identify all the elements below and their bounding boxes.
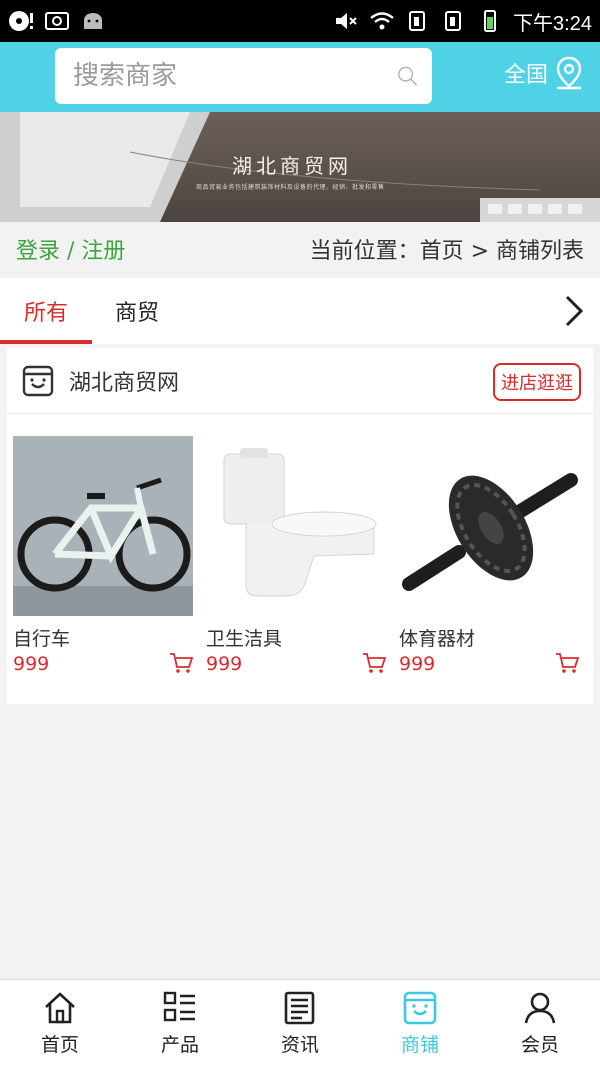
banner-subtitle: 商品贸易业务包括建筑装饰材料及设备的代理、经销、批发和零售 bbox=[196, 184, 385, 191]
store-name: 湖北商贸网 bbox=[69, 370, 180, 396]
product-name: 卫生洁具 bbox=[206, 628, 283, 650]
media-disc-icon bbox=[9, 11, 33, 31]
nav-label-member: 会员 bbox=[520, 1034, 559, 1056]
banner-title: 湖北商贸网 bbox=[232, 154, 352, 178]
login-register-link[interactable]: 登录 / 注册 bbox=[16, 233, 125, 265]
nav-label-home: 首页 bbox=[40, 1034, 79, 1056]
region-selector[interactable]: 全国 bbox=[504, 56, 584, 90]
chevron-right-icon[interactable] bbox=[562, 294, 586, 328]
store-card-header: 湖北商贸网 进店逛逛 bbox=[7, 348, 593, 414]
cart-icon[interactable] bbox=[362, 652, 386, 674]
status-left bbox=[8, 9, 106, 33]
product-name: 自行车 bbox=[13, 628, 71, 650]
mute-icon bbox=[336, 13, 357, 29]
search-icon[interactable] bbox=[397, 59, 418, 93]
tab-trade[interactable]: 商贸 bbox=[92, 278, 182, 344]
nav-stores[interactable]: 商铺 bbox=[360, 980, 480, 1067]
search-box[interactable] bbox=[55, 48, 432, 104]
android-icon bbox=[84, 13, 102, 29]
product-card[interactable]: 卫生洁具 999 bbox=[206, 436, 390, 675]
member-icon bbox=[524, 992, 556, 1024]
wifi-icon bbox=[370, 12, 394, 30]
store-card: 湖北商贸网 进店逛逛 自行车 999 卫生洁具 999 体育器材 999 bbox=[7, 348, 593, 704]
product-image[interactable] bbox=[13, 436, 193, 616]
cart-icon[interactable] bbox=[169, 652, 193, 674]
nav-home[interactable]: 首页 bbox=[0, 980, 120, 1067]
store-icon bbox=[403, 991, 437, 1025]
nav-label-products: 产品 bbox=[160, 1034, 199, 1056]
nav-products[interactable]: 产品 bbox=[120, 980, 240, 1067]
bicycle-image bbox=[13, 436, 193, 616]
nav-member[interactable]: 会员 bbox=[480, 980, 600, 1067]
top-header: 全国 bbox=[0, 42, 600, 112]
product-card[interactable]: 体育器材 999 bbox=[399, 436, 583, 675]
enter-store-button[interactable]: 进店逛逛 bbox=[493, 363, 581, 401]
status-time: 下午3:24 bbox=[513, 12, 592, 35]
cart-icon[interactable] bbox=[555, 652, 579, 674]
product-list-icon bbox=[163, 991, 195, 1022]
home-icon bbox=[45, 992, 75, 1024]
product-card[interactable]: 自行车 999 bbox=[13, 436, 197, 675]
status-bar: 下午3:24 bbox=[0, 0, 600, 42]
status-right: 下午3:24 bbox=[333, 7, 592, 36]
sim2-icon bbox=[445, 11, 462, 31]
breadcrumb-bar: 登录 / 注册 当前位置：首页 > 商铺列表 bbox=[0, 222, 600, 276]
search-input[interactable] bbox=[73, 61, 397, 91]
nav-label-news: 资讯 bbox=[280, 1034, 319, 1056]
tab-all[interactable]: 所有 bbox=[0, 278, 92, 344]
product-image[interactable] bbox=[206, 436, 386, 616]
product-name: 体育器材 bbox=[399, 628, 476, 650]
store-icon bbox=[22, 365, 54, 396]
category-tabs: 所有 商贸 bbox=[0, 278, 600, 344]
location-pin-icon bbox=[556, 56, 582, 90]
battery-icon bbox=[484, 10, 497, 32]
product-image[interactable] bbox=[399, 436, 579, 616]
breadcrumb: 当前位置：首页 > 商铺列表 bbox=[309, 239, 584, 264]
screenshot-icon bbox=[45, 12, 69, 30]
promo-banner[interactable]: 湖北商贸网 商品贸易业务包括建筑装饰材料及设备的代理、经销、批发和零售 bbox=[0, 112, 600, 222]
news-icon bbox=[284, 991, 315, 1025]
toilet-image bbox=[206, 436, 386, 616]
nav-news[interactable]: 资讯 bbox=[240, 980, 360, 1067]
bottom-nav: 首页 产品 资讯 商铺 会员 bbox=[0, 979, 600, 1067]
region-label: 全国 bbox=[503, 63, 548, 88]
nav-label-stores: 商铺 bbox=[400, 1034, 439, 1056]
ab-roller-image bbox=[399, 436, 579, 616]
sim1-icon bbox=[409, 11, 426, 31]
